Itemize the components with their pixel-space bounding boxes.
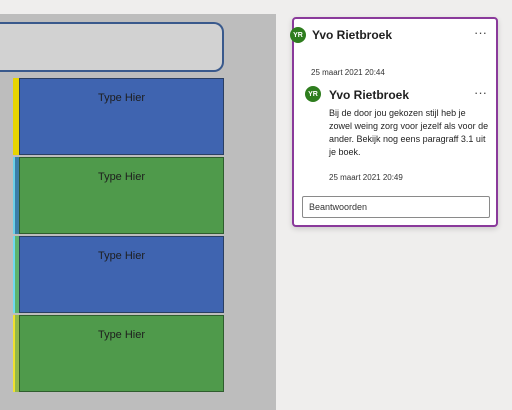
thread-author-name: Yvo Rietbroek [312,28,393,42]
slide-canvas[interactable]: Type Hier Type Hier Type Hier Type Hier [0,14,276,410]
slide-shape-1[interactable]: Type Hier [19,78,224,155]
slide-shape-label: Type Hier [97,329,146,341]
slide-shape-label: Type Hier [97,171,146,183]
slide-shape-label: Type Hier [97,250,146,262]
slide-shape-3[interactable]: Type Hier [19,236,224,313]
reply-author-name: Yvo Rietbroek [329,88,410,102]
comment-body: Bij de door jou gekozen stijl heb je zow… [329,108,489,157]
thread-timestamp: 25 maart 2021 20:44 [311,68,385,77]
slide-shape-4[interactable]: Type Hier [19,315,224,392]
reply-input[interactable]: Beantwoorden [302,196,490,218]
reply-timestamp: 25 maart 2021 20:49 [329,173,403,182]
comment-card[interactable]: YR Yvo Rietbroek ··· 25 maart 2021 20:44… [290,17,498,227]
more-options-icon[interactable]: ··· [474,86,487,99]
avatar: YR [305,86,321,102]
avatar: YR [290,27,306,43]
slide-shape-2[interactable]: Type Hier [19,157,224,234]
slide-title-placeholder[interactable] [0,22,224,72]
more-options-icon[interactable]: ··· [474,26,487,39]
slide-shape-label: Type Hier [97,92,146,104]
